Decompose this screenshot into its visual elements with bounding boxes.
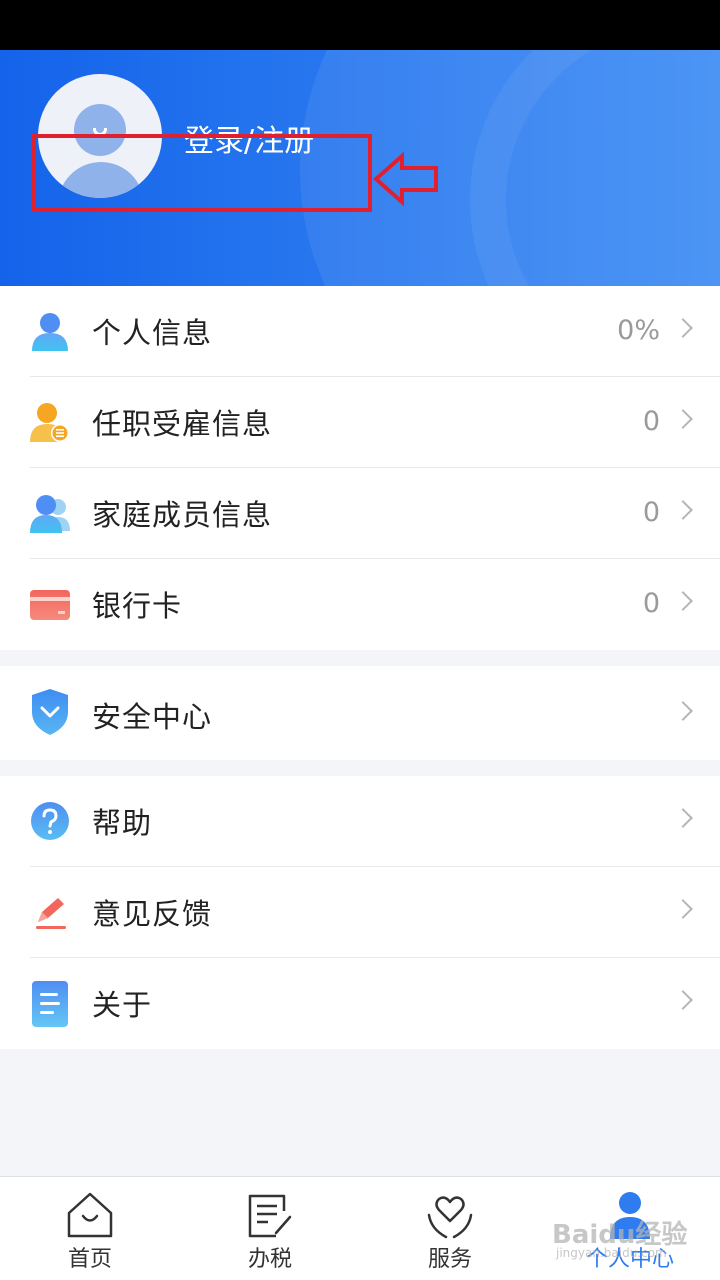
status-bar <box>0 0 720 50</box>
menu-item-label: 银行卡 <box>92 589 183 623</box>
annotation-arrow-icon <box>372 152 438 206</box>
bank-card-icon <box>30 590 70 620</box>
menu-item-label: 个人信息 <box>92 316 213 350</box>
security-group: 安全中心 <box>0 666 720 760</box>
shield-icon <box>32 689 68 735</box>
document-icon <box>32 981 68 1027</box>
menu-item-value: 0 <box>642 497 660 528</box>
home-icon <box>67 1192 113 1238</box>
chevron-right-icon <box>673 990 693 1010</box>
menu-item-personal-info[interactable]: 个人信息 0% <box>0 286 720 377</box>
menu-item-help[interactable]: 帮助 <box>0 776 720 867</box>
help-icon <box>31 802 69 840</box>
chevron-right-icon <box>673 409 693 429</box>
tax-form-icon <box>248 1194 292 1238</box>
chevron-right-icon <box>673 591 693 611</box>
menu-item-label: 安全中心 <box>92 700 213 734</box>
tab-label: 首页 <box>67 1247 112 1272</box>
chevron-right-icon <box>673 899 693 919</box>
menu-item-employment-info[interactable]: 任职受雇信息 0 <box>0 377 720 468</box>
person-icon <box>32 313 68 351</box>
feedback-pen-icon <box>36 898 66 929</box>
tab-label: 服务 <box>427 1247 472 1272</box>
tab-tax[interactable]: 办税 <box>180 1177 360 1280</box>
menu-item-security-center[interactable]: 安全中心 <box>0 666 720 760</box>
menu-item-bank-card[interactable]: 银行卡 0 <box>0 559 720 650</box>
menu-item-value: 0 <box>642 406 660 437</box>
misc-group: 帮助 意见反馈 关于 <box>0 776 720 1049</box>
heart-hands-icon <box>427 1196 473 1239</box>
profile-info-group: 个人信息 0% 任职受雇信息 0 家庭成员信息 0 银行卡 0 <box>0 286 720 650</box>
tab-home[interactable]: 首页 <box>0 1177 180 1280</box>
chevron-right-icon <box>673 318 693 338</box>
menu-item-label: 意见反馈 <box>92 897 213 931</box>
menu-item-about[interactable]: 关于 <box>0 958 720 1049</box>
menu-item-family-info[interactable]: 家庭成员信息 0 <box>0 468 720 559</box>
family-icon <box>30 495 70 533</box>
menu-item-feedback[interactable]: 意见反馈 <box>0 867 720 958</box>
menu-item-label: 关于 <box>92 988 153 1022</box>
employment-icon <box>30 403 69 442</box>
menu-item-value: 0% <box>617 315 660 346</box>
annotation-highlight-box <box>32 134 372 212</box>
tab-label: 办税 <box>247 1247 292 1272</box>
watermark-url: jingyan.baidu.com <box>556 1246 667 1260</box>
chevron-right-icon <box>673 808 693 828</box>
menu-item-label: 帮助 <box>92 806 153 840</box>
menu-item-label: 家庭成员信息 <box>92 498 273 532</box>
tab-service[interactable]: 服务 <box>360 1177 540 1280</box>
chevron-right-icon <box>673 500 693 520</box>
menu-item-value: 0 <box>642 588 660 619</box>
header-decoration-ring <box>470 50 720 286</box>
chevron-right-icon <box>673 701 693 721</box>
menu-item-label: 任职受雇信息 <box>92 407 273 441</box>
